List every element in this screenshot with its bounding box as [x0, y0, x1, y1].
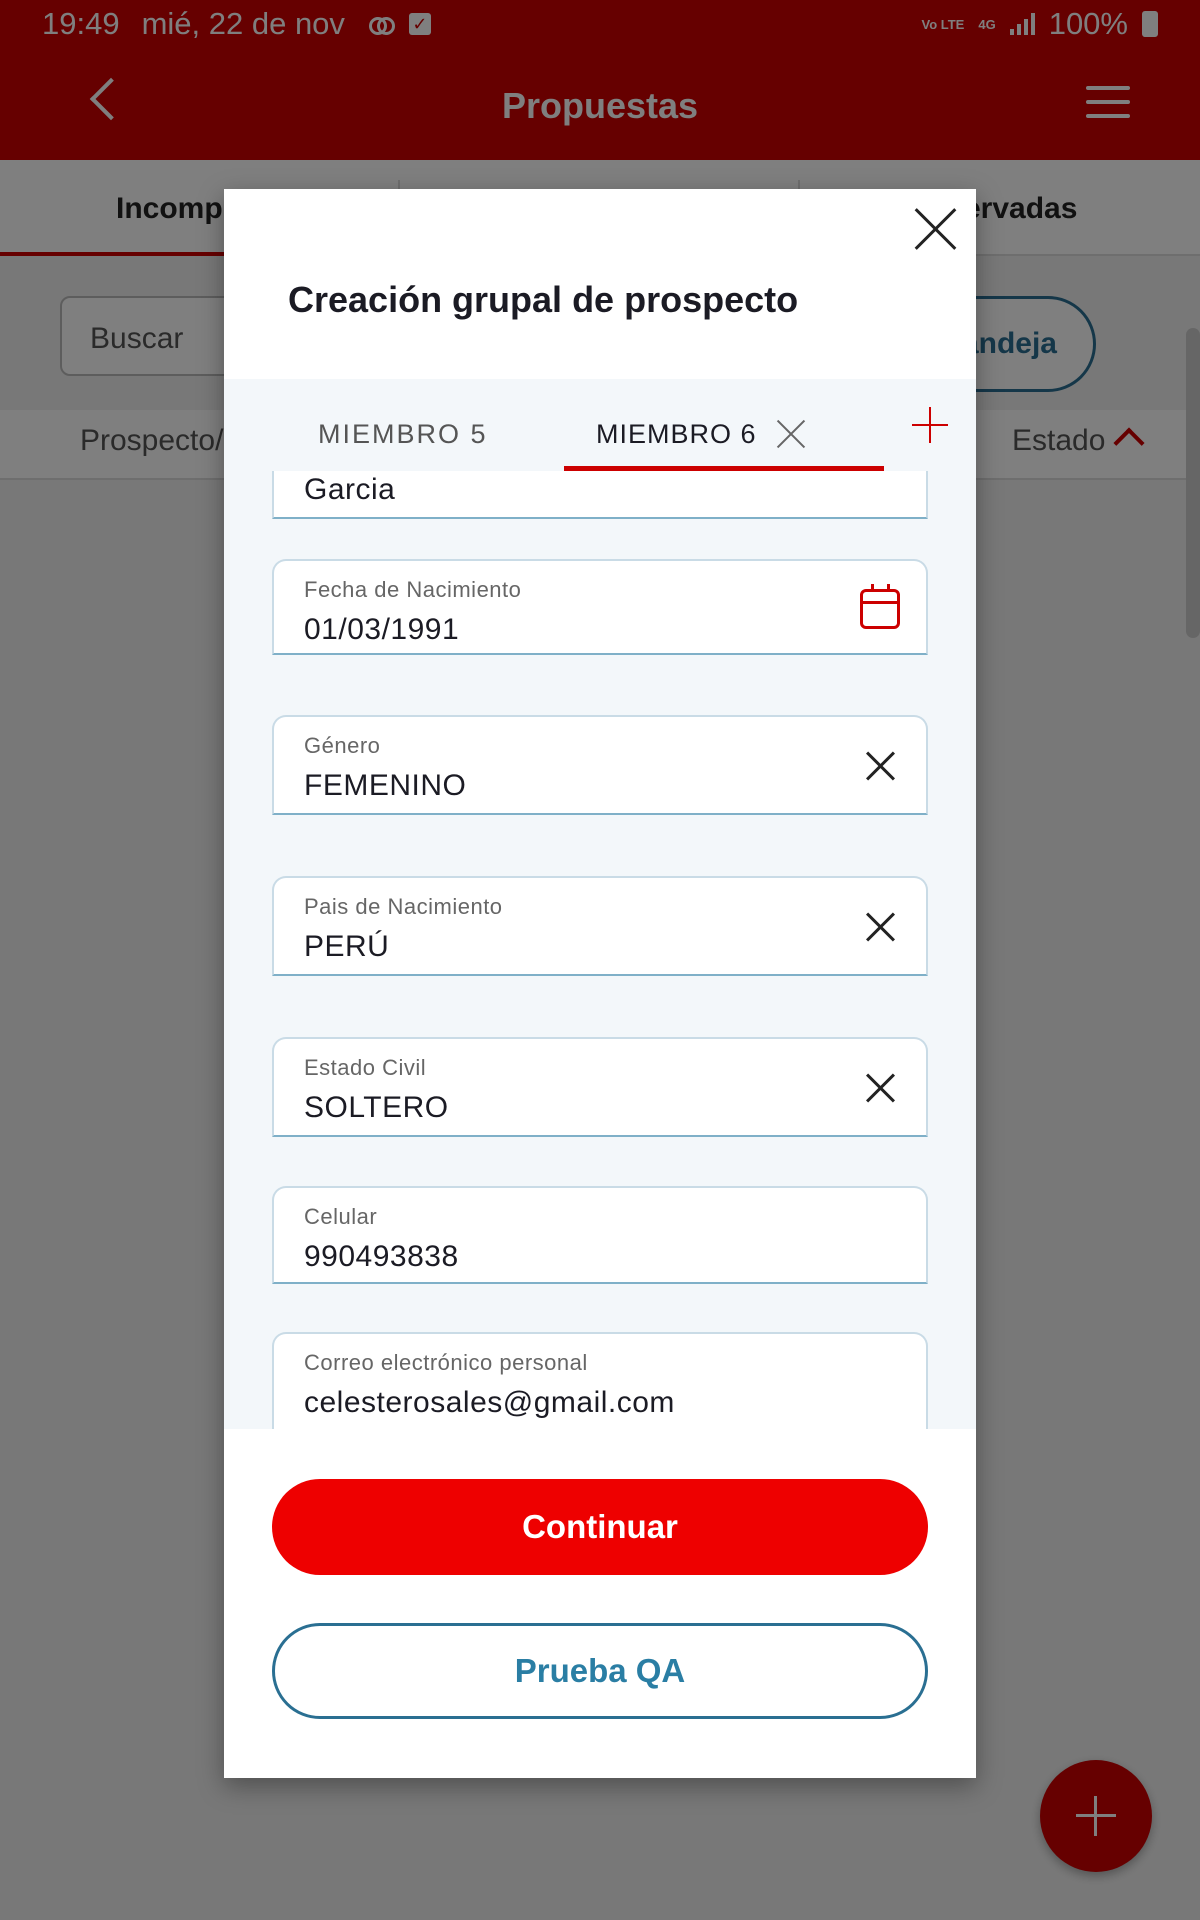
clear-icon[interactable]	[866, 1073, 896, 1103]
field-label: Pais de Nacimiento	[304, 894, 503, 919]
phone-field[interactable]: Celular 990493838	[272, 1186, 928, 1284]
field-value: PERÚ	[304, 930, 390, 963]
field-label: Fecha de Nacimiento	[304, 577, 522, 602]
create-prospect-modal: Creación grupal de prospecto MIEMBRO 5 M…	[224, 189, 976, 1778]
close-tab-icon[interactable]	[776, 419, 806, 449]
tab-miembro-5[interactable]: MIEMBRO 5	[318, 419, 488, 450]
apellido-field[interactable]: Garcia	[272, 471, 928, 519]
field-label: Género	[304, 733, 381, 758]
add-member-icon[interactable]	[912, 407, 948, 443]
qa-test-button[interactable]: Prueba QA	[272, 1623, 928, 1719]
clear-icon[interactable]	[866, 912, 896, 942]
member-form: Garcia Fecha de Nacimiento 01/03/1991 Gé…	[224, 471, 976, 1429]
field-label: Celular	[304, 1204, 378, 1229]
modal-title: Creación grupal de prospecto	[288, 279, 799, 320]
marital-status-field[interactable]: Estado Civil SOLTERO	[272, 1037, 928, 1137]
field-value: 990493838	[304, 1240, 459, 1273]
field-label: Correo electrónico personal	[304, 1350, 588, 1375]
gender-field[interactable]: Género FEMENINO	[272, 715, 928, 815]
field-value: 01/03/1991	[304, 613, 460, 646]
clear-icon[interactable]	[866, 751, 896, 781]
tab-miembro-6[interactable]: MIEMBRO 6	[596, 419, 757, 450]
email-field[interactable]: Correo electrónico personal celesterosal…	[272, 1332, 928, 1429]
birth-country-field[interactable]: Pais de Nacimiento PERÚ	[272, 876, 928, 976]
field-value: SOLTERO	[304, 1091, 449, 1124]
field-value: celesterosales@gmail.com	[304, 1386, 675, 1419]
continue-button[interactable]: Continuar	[272, 1479, 928, 1575]
close-icon[interactable]	[914, 207, 958, 251]
apellido-value: Garcia	[304, 473, 396, 506]
calendar-icon[interactable]	[860, 584, 900, 629]
field-value: FEMENINO	[304, 769, 467, 802]
field-label: Estado Civil	[304, 1055, 427, 1080]
member-tabs: MIEMBRO 5 MIEMBRO 6	[224, 379, 976, 471]
birth-date-field[interactable]: Fecha de Nacimiento 01/03/1991	[272, 559, 928, 655]
